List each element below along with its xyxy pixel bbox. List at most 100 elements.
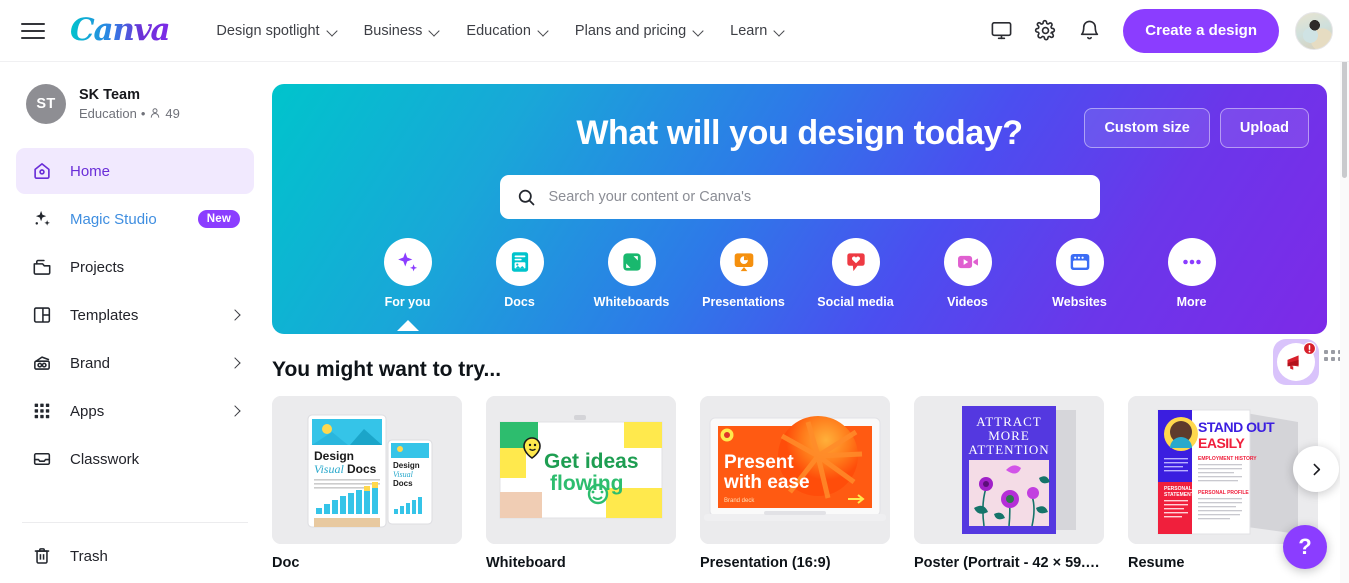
chevron-down-icon bbox=[693, 27, 704, 34]
nav-learn[interactable]: Learn bbox=[719, 14, 796, 48]
svg-text:Visual: Visual bbox=[314, 462, 344, 476]
canva-homepage: Canva Design spotlight Business Educatio… bbox=[0, 0, 1349, 583]
sparkle-icon bbox=[30, 207, 54, 231]
nav-plans-and-pricing[interactable]: Plans and pricing bbox=[564, 14, 715, 48]
svg-text:Docs: Docs bbox=[347, 462, 377, 476]
member-icon bbox=[151, 108, 160, 119]
team-switcher[interactable]: ST SK Team Education • 49 bbox=[16, 78, 254, 130]
category-videos[interactable]: Videos bbox=[912, 238, 1024, 309]
nav-label: Learn bbox=[730, 22, 768, 39]
upload-button[interactable]: Upload bbox=[1219, 108, 1309, 148]
header-actions: Create a design bbox=[981, 8, 1333, 53]
svg-text:ATTRACT: ATTRACT bbox=[976, 414, 1042, 429]
nav-label: Plans and pricing bbox=[574, 22, 687, 39]
sidebar-item-label: Home bbox=[70, 162, 111, 180]
suggestion-card-poster[interactable]: ATTRACT MORE ATTENTION Poster (Portrait … bbox=[914, 396, 1104, 571]
nav-label: Design spotlight bbox=[216, 22, 320, 39]
carousel-next-button[interactable] bbox=[1293, 446, 1339, 492]
nav-label: Education bbox=[466, 22, 531, 39]
ellipsis-icon bbox=[1167, 238, 1216, 286]
nav-business[interactable]: Business bbox=[353, 14, 452, 48]
nav-design-spotlight[interactable]: Design spotlight bbox=[205, 14, 348, 48]
category-social-media[interactable]: Social media bbox=[800, 238, 912, 309]
category-label: Websites bbox=[1052, 295, 1107, 309]
chevron-right-icon bbox=[1313, 463, 1320, 475]
doc-icon bbox=[495, 238, 544, 286]
top-header: Canva Design spotlight Business Educatio… bbox=[0, 0, 1349, 62]
category-label: Videos bbox=[947, 295, 988, 309]
apps-grid-icon bbox=[30, 399, 54, 423]
chevron-right-icon bbox=[231, 407, 240, 416]
chevron-right-icon bbox=[231, 359, 240, 368]
team-member-count: 49 bbox=[165, 105, 180, 121]
category-docs[interactable]: Docs bbox=[464, 238, 576, 309]
header-nav: Design spotlight Business Education Plan… bbox=[205, 14, 796, 48]
suggestion-card-whiteboard[interactable]: Get ideas flowing Whiteboard bbox=[486, 396, 676, 571]
resume-template-thumbnail: PERSONAL STATEMENT STAND OUT EASILY EMPL… bbox=[1128, 396, 1318, 544]
sidebar-item-magic-studio[interactable]: Magic Studio New bbox=[16, 196, 254, 242]
category-more[interactable]: More bbox=[1136, 238, 1248, 309]
team-initials-badge: ST bbox=[26, 84, 66, 124]
help-button[interactable]: ? bbox=[1283, 525, 1327, 569]
team-meta-separator: • bbox=[140, 105, 146, 121]
svg-text:Visual: Visual bbox=[393, 470, 414, 479]
doc-template-thumbnail: Design Visual Docs Design Visual Docs bbox=[272, 396, 462, 544]
sidebar-item-label: Templates bbox=[70, 306, 139, 324]
svg-text:Brand deck: Brand deck bbox=[724, 498, 755, 504]
hamburger-icon[interactable] bbox=[18, 16, 48, 46]
sidebar-item-classwork[interactable]: Classwork bbox=[16, 436, 254, 482]
custom-size-button[interactable]: Custom size bbox=[1084, 108, 1210, 148]
suggestion-card-doc[interactable]: Design Visual Docs Design Visual Docs Do… bbox=[272, 396, 462, 571]
sidebar-item-home[interactable]: Home bbox=[16, 148, 254, 194]
presentation-icon bbox=[719, 238, 768, 286]
category-for-you[interactable]: For you bbox=[352, 238, 464, 309]
chevron-down-icon bbox=[538, 27, 549, 34]
announcement-widget[interactable] bbox=[1273, 339, 1319, 385]
create-a-design-button[interactable]: Create a design bbox=[1123, 8, 1279, 53]
svg-text:flowing: flowing bbox=[550, 472, 623, 495]
suggestion-card-presentation[interactable]: Present with ease Brand deck Presentatio… bbox=[700, 396, 890, 571]
svg-text:STAND OUT: STAND OUT bbox=[1198, 419, 1275, 435]
category-label: For you bbox=[384, 295, 431, 309]
category-presentations[interactable]: Presentations bbox=[688, 238, 800, 309]
svg-text:Get ideas: Get ideas bbox=[544, 450, 639, 473]
search-input[interactable] bbox=[548, 189, 1084, 205]
page-scrollbar[interactable] bbox=[1340, 0, 1349, 583]
sidebar-item-projects[interactable]: Projects bbox=[16, 244, 254, 290]
main-content: Custom size Upload What will you design … bbox=[270, 62, 1349, 583]
gear-icon[interactable] bbox=[1025, 11, 1065, 51]
home-icon bbox=[30, 159, 54, 183]
card-label: Presentation (16:9) bbox=[700, 555, 831, 571]
sidebar-item-brand[interactable]: Brand bbox=[16, 340, 254, 386]
chevron-down-icon bbox=[327, 27, 338, 34]
nav-education[interactable]: Education bbox=[455, 14, 560, 48]
svg-text:STATEMENT: STATEMENT bbox=[1164, 492, 1194, 498]
sidebar-item-trash[interactable]: Trash bbox=[16, 533, 254, 579]
display-icon[interactable] bbox=[981, 11, 1021, 51]
sidebar: ST SK Team Education • 49 Home Magic Stu… bbox=[0, 62, 270, 583]
category-websites[interactable]: Websites bbox=[1024, 238, 1136, 309]
team-type: Education bbox=[79, 105, 137, 121]
sidebar-item-templates[interactable]: Templates bbox=[16, 292, 254, 338]
hero-actions: Custom size Upload bbox=[1084, 108, 1309, 148]
poster-thumb-art: ATTRACT MORE ATTENTION bbox=[914, 396, 1104, 544]
canva-logo[interactable]: Canva bbox=[70, 15, 171, 46]
card-label: Doc bbox=[272, 555, 300, 571]
whiteboard-template-thumbnail: Get ideas flowing bbox=[486, 396, 676, 544]
svg-text:ATTENTION: ATTENTION bbox=[968, 442, 1049, 457]
bell-icon[interactable] bbox=[1069, 11, 1109, 51]
category-whiteboards[interactable]: Whiteboards bbox=[576, 238, 688, 309]
new-badge: New bbox=[197, 210, 240, 228]
whiteboard-icon bbox=[607, 238, 656, 286]
avatar[interactable] bbox=[1295, 11, 1333, 50]
sparkles-icon bbox=[383, 238, 432, 286]
card-label: Whiteboard bbox=[486, 555, 566, 571]
search-bar[interactable] bbox=[499, 175, 1100, 219]
sidebar-item-apps[interactable]: Apps bbox=[16, 388, 254, 434]
svg-text:Design: Design bbox=[314, 449, 354, 463]
brand-icon bbox=[30, 351, 54, 375]
page-title: You might want to try... bbox=[272, 358, 502, 381]
folder-icon bbox=[30, 255, 54, 279]
team-name: SK Team bbox=[79, 86, 140, 103]
sidebar-item-label: Magic Studio bbox=[70, 210, 157, 228]
